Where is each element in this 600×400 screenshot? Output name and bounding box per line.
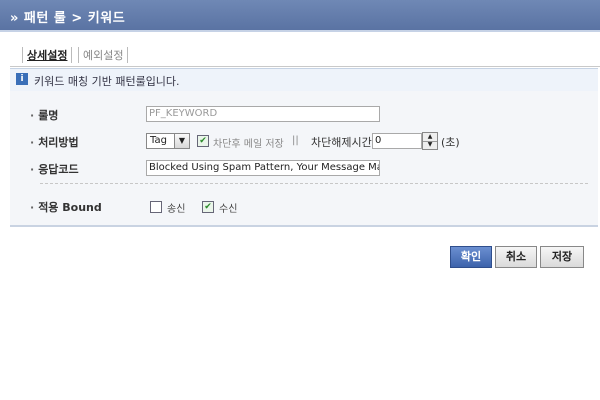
response-code-label: · 응답코드	[30, 163, 79, 176]
unblock-time-spinner[interactable]: ▲ ▼	[422, 132, 438, 150]
bound-receive-checkbox[interactable]: ✔	[202, 201, 214, 213]
info-banner: i 키워드 매칭 기반 패턴룰입니다.	[10, 68, 598, 92]
unblock-time-label: 차단해제시간	[311, 136, 372, 149]
spin-down-icon[interactable]: ▼	[423, 141, 437, 149]
tab-bar: 상세설정 예외설정	[22, 47, 130, 63]
processing-method-label: · 처리방법	[30, 136, 79, 149]
response-code-input[interactable]: Blocked Using Spam Pattern, Your Message…	[146, 160, 380, 176]
info-message: 키워드 매칭 기반 패턴룰입니다.	[34, 75, 180, 88]
info-icon: i	[16, 73, 28, 85]
bound-receive-label: 수신	[219, 204, 238, 215]
separator: ||	[292, 135, 299, 146]
title-bar: » 패턴 룰 > 키워드	[0, 0, 600, 32]
processing-method-select[interactable]: Tag ▼	[146, 133, 190, 149]
unblock-time-unit: (초)	[441, 136, 460, 149]
cancel-button[interactable]: 취소	[495, 246, 537, 268]
bound-send-label: 송신	[167, 204, 186, 215]
save-button[interactable]: 저장	[540, 246, 584, 268]
unblock-time-input[interactable]: 0	[372, 133, 422, 149]
confirm-button[interactable]: 확인	[450, 246, 492, 268]
page-breadcrumb: » 패턴 룰 > 키워드	[10, 11, 126, 26]
save-after-block-checkbox[interactable]: ✔	[197, 135, 209, 147]
rule-name-label: · 룰명	[30, 109, 59, 122]
rule-form: · 룰명 PF_KEYWORD · 처리방법 Tag ▼ ✔ 차단후 메일 저장 |…	[10, 91, 598, 227]
chevron-down-icon: ▼	[174, 134, 189, 148]
processing-method-value: Tag	[150, 135, 167, 146]
tab-divider	[10, 66, 600, 67]
tab-detail-settings[interactable]: 상세설정	[22, 47, 73, 63]
rule-name-input[interactable]: PF_KEYWORD	[146, 106, 380, 122]
section-divider	[40, 183, 588, 184]
bound-send-checkbox[interactable]	[150, 201, 162, 213]
tab-exception-settings[interactable]: 예외설정	[77, 47, 129, 63]
bound-label: · 적용 Bound	[30, 201, 102, 214]
save-after-block-label: 차단후 메일 저장	[213, 139, 284, 150]
